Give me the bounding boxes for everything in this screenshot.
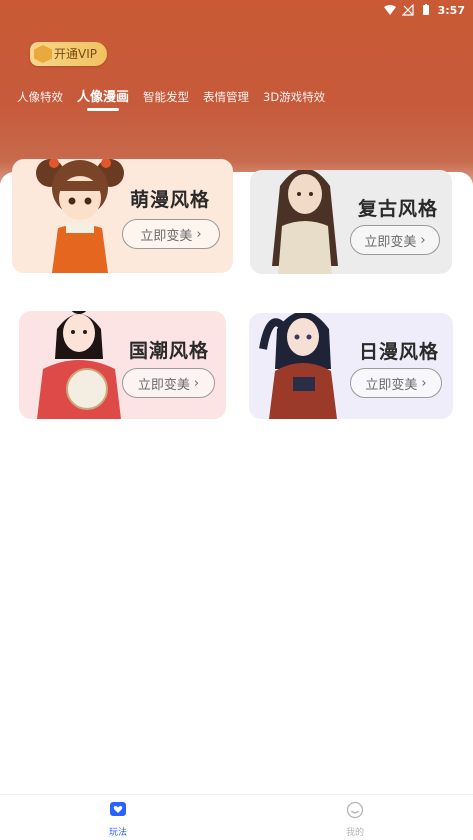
style-card-retro[interactable]: 复古风格 立即变美 › <box>250 170 452 274</box>
tab-3d-game-effects[interactable]: 3D游戏特效 <box>263 89 325 111</box>
try-now-button[interactable]: 立即变美 › <box>122 219 220 249</box>
battery-icon <box>422 4 429 15</box>
try-now-button[interactable]: 立即变美 › <box>350 368 442 398</box>
cute-girl-illustration <box>36 159 124 273</box>
wifi-icon <box>383 5 396 15</box>
guochao-girl-illustration <box>37 311 121 419</box>
chevron-right-icon: › <box>421 375 427 391</box>
style-card-cute[interactable]: 萌漫风格 立即变美 › <box>12 159 233 273</box>
try-now-label: 立即变美 <box>364 234 417 250</box>
status-bar: 3:57 <box>0 0 473 20</box>
chevron-right-icon: › <box>196 226 202 242</box>
category-tabs: 人像特效 人像漫画 智能发型 表情管理 3D游戏特效 <box>17 86 325 111</box>
tab-expression[interactable]: 表情管理 <box>203 89 249 111</box>
style-card-anime[interactable]: 日漫风格 立即变美 › <box>249 313 453 419</box>
card-title: 日漫风格 <box>359 341 440 363</box>
style-card-guochao[interactable]: 国潮风格 立即变美 › <box>19 311 226 419</box>
nav-play[interactable]: 玩法 <box>88 801 148 838</box>
chevron-right-icon: › <box>420 232 426 248</box>
retro-girl-illustration <box>272 170 338 274</box>
try-now-button[interactable]: 立即变美 › <box>350 225 440 255</box>
status-time: 3:57 <box>437 3 465 17</box>
vip-label: 开通VIP <box>54 47 97 61</box>
nav-mine[interactable]: 我的 <box>325 801 385 838</box>
try-now-label: 立即变美 <box>365 377 418 393</box>
card-title: 复古风格 <box>358 198 439 220</box>
no-signal-icon <box>401 4 414 16</box>
heart-chat-icon <box>110 802 126 816</box>
card-title: 国潮风格 <box>129 340 210 362</box>
nav-play-label: 玩法 <box>108 828 127 838</box>
tab-portrait-comic[interactable]: 人像漫画 <box>77 86 129 111</box>
tab-smart-hairstyle[interactable]: 智能发型 <box>143 89 189 111</box>
try-now-label: 立即变美 <box>137 377 190 393</box>
crown-icon <box>34 45 52 63</box>
bottom-nav: 玩法 我的 <box>0 794 473 840</box>
vip-button[interactable]: 开通VIP <box>30 42 107 66</box>
anime-girl-illustration <box>259 313 337 419</box>
nav-mine-label: 我的 <box>345 828 364 838</box>
card-title: 萌漫风格 <box>130 189 211 211</box>
tab-portrait-effects[interactable]: 人像特效 <box>17 89 63 111</box>
smile-icon <box>346 801 364 819</box>
try-now-button[interactable]: 立即变美 › <box>122 368 215 398</box>
try-now-label: 立即变美 <box>140 228 193 244</box>
chevron-right-icon: › <box>193 375 200 391</box>
